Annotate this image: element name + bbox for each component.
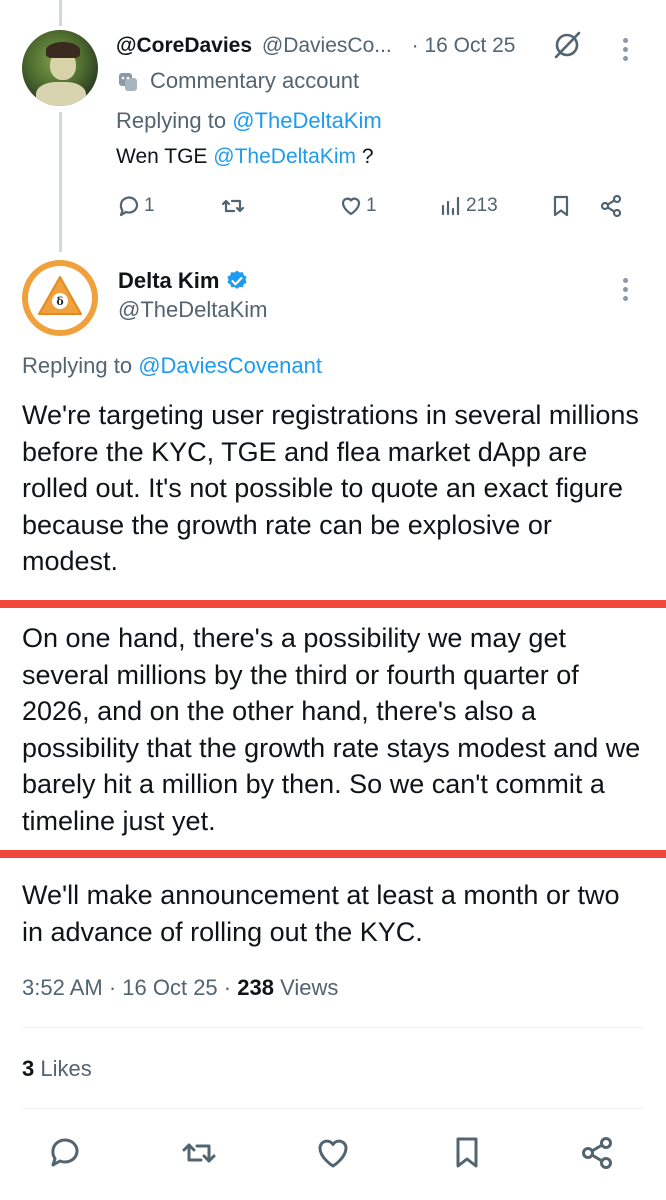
tweet-text-suffix: ? <box>361 145 374 168</box>
views-button[interactable]: 213 <box>438 188 498 224</box>
share-icon <box>600 194 622 218</box>
views-icon <box>441 196 460 216</box>
replying-to: Replying to @TheDeltaKim <box>116 108 382 134</box>
like-button[interactable] <box>314 1134 354 1174</box>
more-icon[interactable] <box>622 38 630 64</box>
likes-count: 3 <box>22 1056 35 1081</box>
tweet-paragraph: On one hand, there's a possibility we ma… <box>22 623 641 836</box>
retweet-button[interactable] <box>220 188 248 224</box>
reply-count: 1 <box>144 195 155 216</box>
author-name[interactable]: Delta Kim <box>118 268 249 294</box>
views-label: Views <box>280 975 339 1000</box>
mention-link[interactable]: @TheDeltaKim <box>213 145 356 168</box>
replying-to-link[interactable]: @DaviesCovenant <box>138 353 322 378</box>
views-count: 213 <box>466 195 498 216</box>
handle[interactable]: @TheDeltaKim <box>118 297 268 323</box>
tweet-meta: 3:52 AM · 16 Oct 25 · 238 Views <box>22 975 338 1001</box>
reply-icon <box>51 1138 79 1167</box>
highlight-line <box>0 600 666 608</box>
timestamp[interactable]: 3:52 AM · 16 Oct 25 · <box>22 975 231 1000</box>
reply-button[interactable] <box>46 1134 86 1174</box>
likes-summary[interactable]: 3 Likes <box>22 1056 92 1082</box>
tweet-text: Wen TGE @TheDeltaKim ? <box>116 145 374 169</box>
divider <box>22 1108 644 1109</box>
retweet-icon <box>221 199 245 213</box>
display-name[interactable]: Delta Kim <box>118 268 219 294</box>
bookmark-button[interactable] <box>448 1134 488 1174</box>
share-icon <box>582 1137 612 1169</box>
handle[interactable]: @DaviesCo... <box>262 34 392 57</box>
commentary-badge: Commentary account <box>116 68 359 94</box>
like-icon <box>341 197 361 216</box>
bookmark-icon <box>456 1137 478 1168</box>
replying-to: Replying to @DaviesCovenant <box>22 353 322 379</box>
svg-text:δ: δ <box>56 295 63 308</box>
divider <box>22 1027 644 1028</box>
replying-prefix: Replying to <box>22 353 133 378</box>
share-button[interactable] <box>578 1134 618 1174</box>
thread-connector <box>59 112 62 252</box>
bookmark-button[interactable] <box>548 188 574 224</box>
highlight-line <box>0 850 666 858</box>
avatar[interactable]: δ <box>22 260 98 336</box>
display-name[interactable]: @CoreDavies <box>116 34 252 57</box>
retweet-button[interactable] <box>180 1134 220 1174</box>
like-button[interactable]: 1 <box>338 188 377 224</box>
likes-label: Likes <box>40 1056 92 1081</box>
more-icon[interactable] <box>622 278 630 304</box>
grok-icon[interactable] <box>550 30 584 60</box>
tweet-paragraph: We're targeting user registrations in se… <box>22 400 639 576</box>
share-button[interactable] <box>598 188 624 224</box>
verified-icon <box>227 270 248 289</box>
tweet-action-bar <box>0 1130 666 1180</box>
avatar[interactable] <box>22 30 98 106</box>
like-icon <box>318 1139 348 1168</box>
reply-button[interactable]: 1 <box>116 188 155 224</box>
retweet-icon <box>182 1143 216 1163</box>
like-count: 1 <box>366 195 377 216</box>
reply-tweet-header: @CoreDavies @DaviesCo... · 16 Oct 25 <box>116 34 515 58</box>
delta-logo-icon: δ <box>38 276 82 315</box>
timestamp[interactable]: · 16 Oct 25 <box>412 34 516 57</box>
bookmark-icon <box>553 195 569 217</box>
views-count: 238 <box>237 975 274 1000</box>
reply-tweet[interactable]: @CoreDavies @DaviesCo... · 16 Oct 25 Com… <box>0 0 666 250</box>
masks-icon <box>119 73 137 92</box>
reply-icon <box>119 196 139 217</box>
replying-to-link[interactable]: @TheDeltaKim <box>232 108 382 133</box>
tweet-text-prefix: Wen TGE <box>116 145 208 168</box>
tweet-paragraph: We'll make announcement at least a month… <box>22 880 620 947</box>
commentary-label: Commentary account <box>150 68 360 93</box>
replying-prefix: Replying to <box>116 108 227 133</box>
reply-tweet-actions: 1 1 213 <box>116 188 636 224</box>
